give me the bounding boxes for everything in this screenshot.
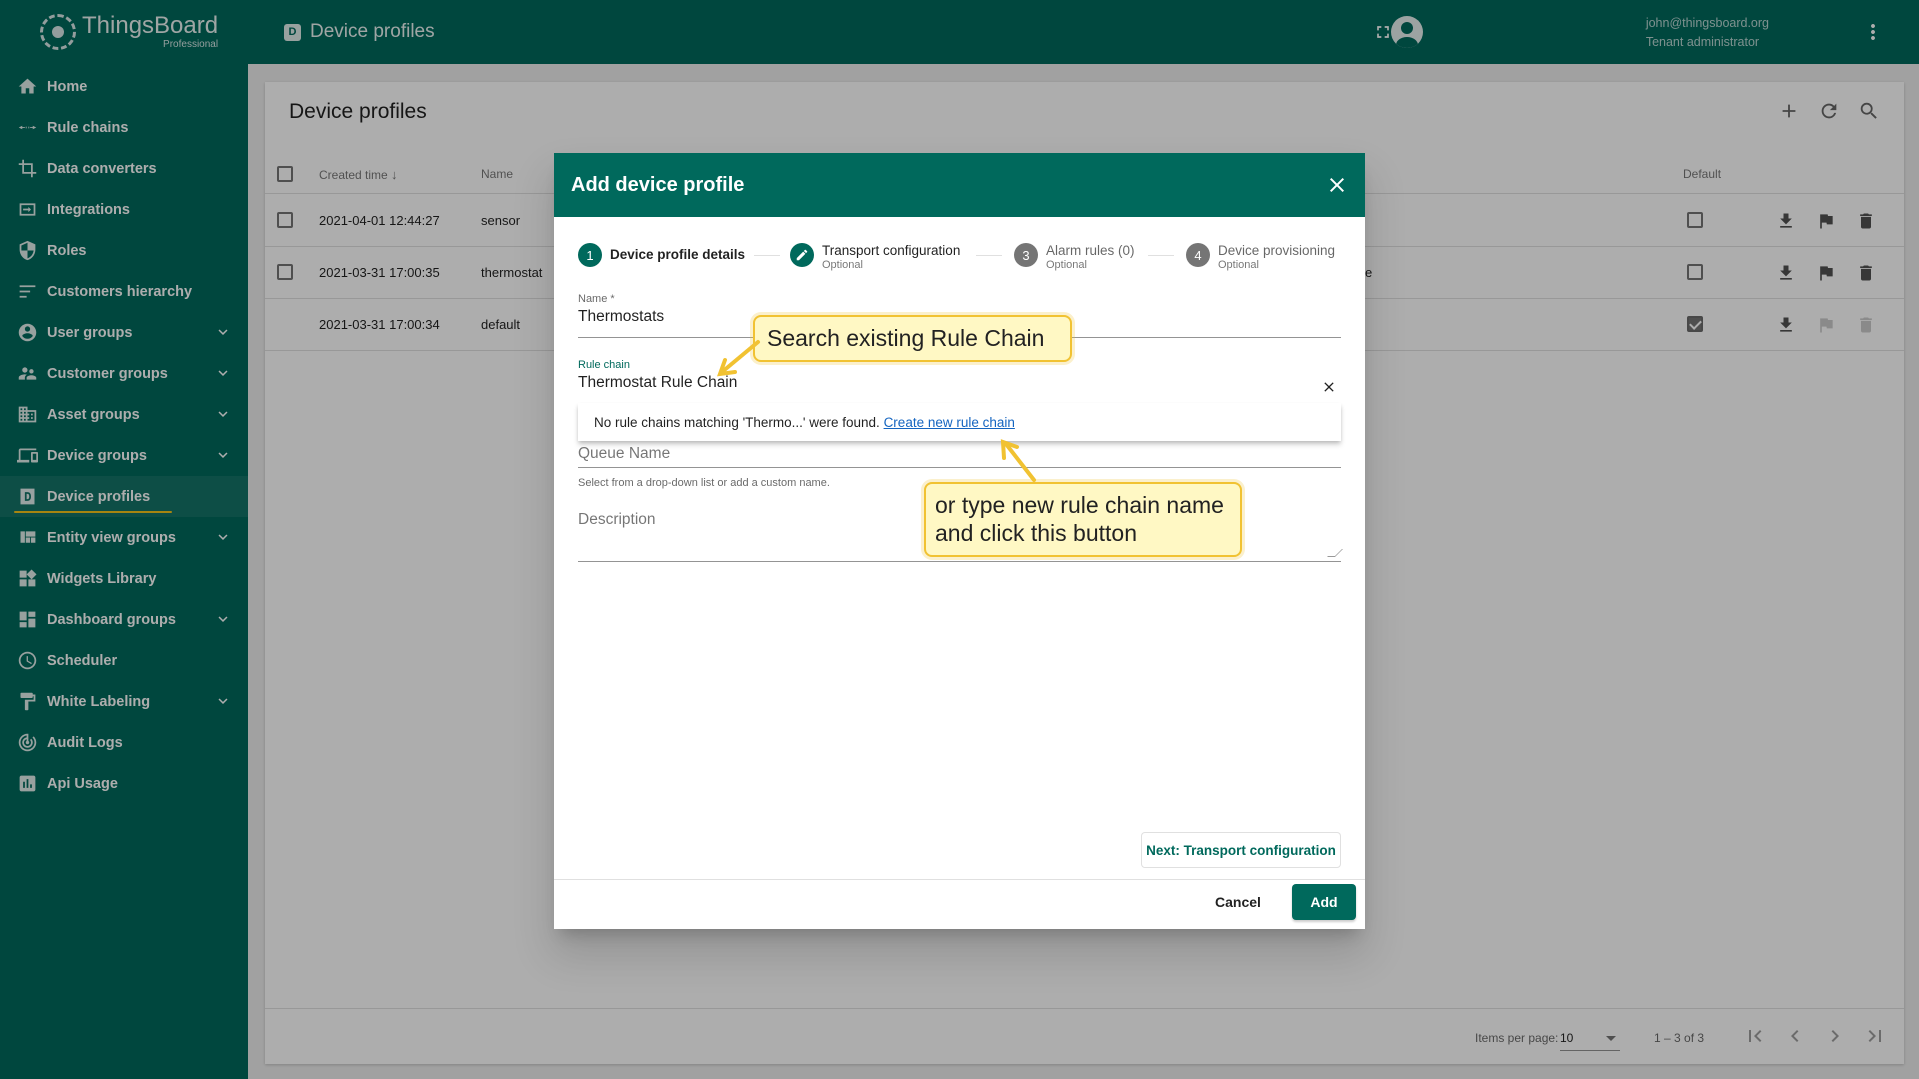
step-label: Device profile details bbox=[610, 247, 746, 262]
step-label: Device provisioning bbox=[1218, 243, 1336, 258]
add-button[interactable]: Add bbox=[1292, 884, 1356, 920]
step-device-provisioning[interactable]: 4 Device provisioning Optional bbox=[1186, 243, 1335, 271]
edit-icon bbox=[790, 243, 814, 267]
step-alarm-rules[interactable]: 3 Alarm rules (0) Optional bbox=[1014, 243, 1135, 271]
step-connector bbox=[1148, 255, 1174, 256]
step-number: 1 bbox=[578, 243, 602, 267]
queue-hint: Select from a drop-down list or add a cu… bbox=[578, 477, 830, 489]
callout-text: Search existing Rule Chain bbox=[767, 325, 1045, 351]
name-label: Name * bbox=[578, 293, 615, 305]
step-label: Transport configuration bbox=[822, 243, 961, 258]
callout-text-line1: or type new rule chain name bbox=[935, 492, 1224, 518]
step-connector bbox=[754, 255, 780, 256]
step-optional: Optional bbox=[1046, 258, 1087, 271]
rule-chain-autocomplete-panel: No rule chains matching 'Thermo...' were… bbox=[578, 403, 1341, 441]
step-device-profile-details[interactable]: 1 Device profile details bbox=[578, 243, 745, 267]
queue-underline bbox=[578, 467, 1341, 468]
step-transport-configuration[interactable]: Transport configuration Optional bbox=[790, 243, 960, 271]
step-number: 4 bbox=[1186, 243, 1210, 267]
create-new-rule-chain-link[interactable]: Create new rule chain bbox=[884, 415, 1015, 430]
no-match-message: No rule chains matching 'Thermo...' were… bbox=[594, 415, 880, 430]
step-optional: Optional bbox=[1218, 258, 1259, 271]
callout-text-line2: and click this button bbox=[935, 520, 1138, 547]
callout-search-rule-chain: Search existing Rule Chain bbox=[753, 315, 1072, 362]
cancel-button[interactable]: Cancel bbox=[1202, 884, 1274, 920]
rule-chain-field[interactable]: Rule chain Thermostat Rule Chain bbox=[578, 359, 1341, 405]
callout-create-rule-chain: or type new rule chain name and click th… bbox=[924, 482, 1242, 557]
dialog-footer-divider bbox=[554, 879, 1365, 880]
dialog-header: Add device profile bbox=[554, 153, 1365, 217]
step-number: 3 bbox=[1014, 243, 1038, 267]
next-transport-configuration-button[interactable]: Next: Transport configuration bbox=[1141, 832, 1341, 868]
resize-handle-icon[interactable] bbox=[1327, 549, 1343, 557]
queue-name-placeholder: Queue Name bbox=[578, 445, 671, 462]
step-connector bbox=[976, 255, 1002, 256]
dialog-title: Add device profile bbox=[571, 174, 745, 196]
rule-chain-input[interactable]: Thermostat Rule Chain bbox=[578, 374, 1341, 392]
close-icon[interactable] bbox=[1325, 173, 1349, 197]
step-optional: Optional bbox=[822, 258, 863, 271]
description-underline bbox=[578, 561, 1341, 562]
step-label: Alarm rules (0) bbox=[1046, 243, 1135, 258]
clear-icon[interactable] bbox=[1321, 379, 1337, 395]
